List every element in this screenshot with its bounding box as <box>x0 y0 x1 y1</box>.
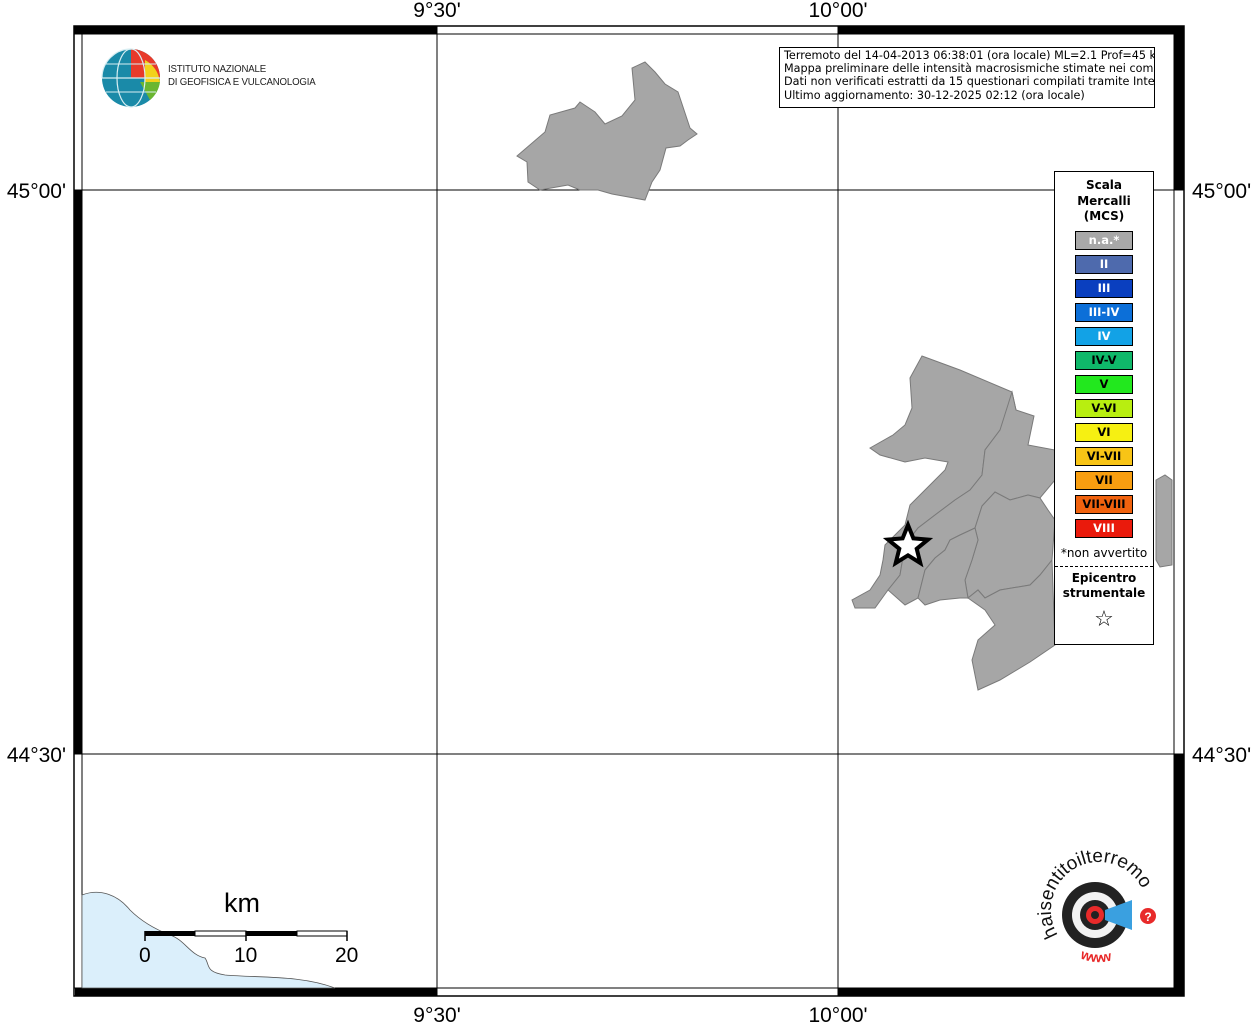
municipality-edge <box>1155 474 1173 568</box>
legend-epicenter-label: Epicentro strumentale <box>1055 571 1153 602</box>
legend-item-vii: VII <box>1075 470 1133 490</box>
event-info-line4: Ultimo aggiornamento: 30-12-2025 02:12 (… <box>784 88 1085 102</box>
ingv-logo-icon <box>101 48 160 108</box>
institute-name-line2: DI GEOFISICA E VULCANOLOGIA <box>168 76 316 88</box>
legend-item-viii: VIII <box>1075 518 1133 538</box>
legend-epicenter-line2: strumentale <box>1062 586 1146 600</box>
lon-label-top-1: 9°30' <box>413 0 460 22</box>
lat-label-left-1: 45°00' <box>7 180 66 203</box>
lat-label-left-2: 44°30' <box>7 744 66 767</box>
legend-title-line1: Scala <box>1085 178 1123 192</box>
sea-area <box>81 891 336 989</box>
legend-title-line2: Mercalli <box>1077 193 1131 208</box>
legend-item-n-a: n.a.* <box>1075 230 1133 250</box>
legend-item-v: V <box>1075 374 1133 394</box>
legend-item-iv: IV <box>1075 326 1133 346</box>
legend-items: n.a.* II III III-IV IV IV-V V V-VI VI VI-VII VII VI… <box>1055 230 1153 538</box>
hsit-logo-url: www <box>1078 946 1113 966</box>
legend-item-vii-viii: VII-VIII <box>1075 494 1133 514</box>
svg-text:www: www <box>1078 946 1113 966</box>
legend-separator <box>1055 565 1153 567</box>
lon-label-bottom-2: 10°00' <box>808 1004 867 1024</box>
institute-name-line1: ISTITUTO NAZIONALE <box>168 63 266 75</box>
event-info-line2: Mappa preliminare delle intensità macros… <box>784 62 1155 76</box>
legend-item-v-vi: V-VI <box>1075 398 1133 418</box>
legend-note: *non avvertito <box>1060 545 1148 560</box>
institute-name: ISTITUTO NAZIONALE DI GEOFISICA E VULCAN… <box>168 63 316 89</box>
scale-bar-label-10: 10 <box>234 944 258 967</box>
legend-item-iv-v: IV-V <box>1075 350 1133 370</box>
legend-item-vi-vii: VI-VII <box>1075 446 1133 466</box>
event-info-box: Terremoto del 14-04-2013 06:38:01 (ora l… <box>779 47 1155 108</box>
event-info-line1: Terremoto del 14-04-2013 06:38:01 (ora l… <box>784 49 1155 62</box>
scale-bar-label-0: 0 <box>139 944 151 967</box>
scale-bar-title: km <box>224 888 260 918</box>
lat-label-right-2: 44°30' <box>1192 744 1251 767</box>
municipality-north <box>516 61 698 201</box>
lon-label-top-2: 10°00' <box>808 0 867 22</box>
lon-label-bottom-1: 9°30' <box>413 1004 460 1024</box>
legend-item-iii: III <box>1075 278 1133 298</box>
legend-title-line3: (MCS) <box>1083 209 1125 223</box>
legend-epicenter-line1: Epicentro <box>1071 570 1137 585</box>
legend-title: Scala Mercalli (MCS) <box>1055 178 1153 225</box>
scale-bar-label-20: 20 <box>335 944 359 967</box>
lat-label-right-1: 45°00' <box>1192 180 1251 203</box>
intensity-legend: Scala Mercalli (MCS) n.a.* II III III-IV IV I… <box>1054 171 1154 645</box>
legend-item-ii: II <box>1075 254 1133 274</box>
legend-star-icon: ☆ <box>1094 606 1114 632</box>
legend-item-vi: VI <box>1075 422 1133 442</box>
legend-item-iii-iv: III-IV <box>1075 302 1133 322</box>
event-info-line3: Dati non verificati estratti da 15 quest… <box>784 75 1155 89</box>
svg-text:?: ? <box>1144 910 1151 924</box>
